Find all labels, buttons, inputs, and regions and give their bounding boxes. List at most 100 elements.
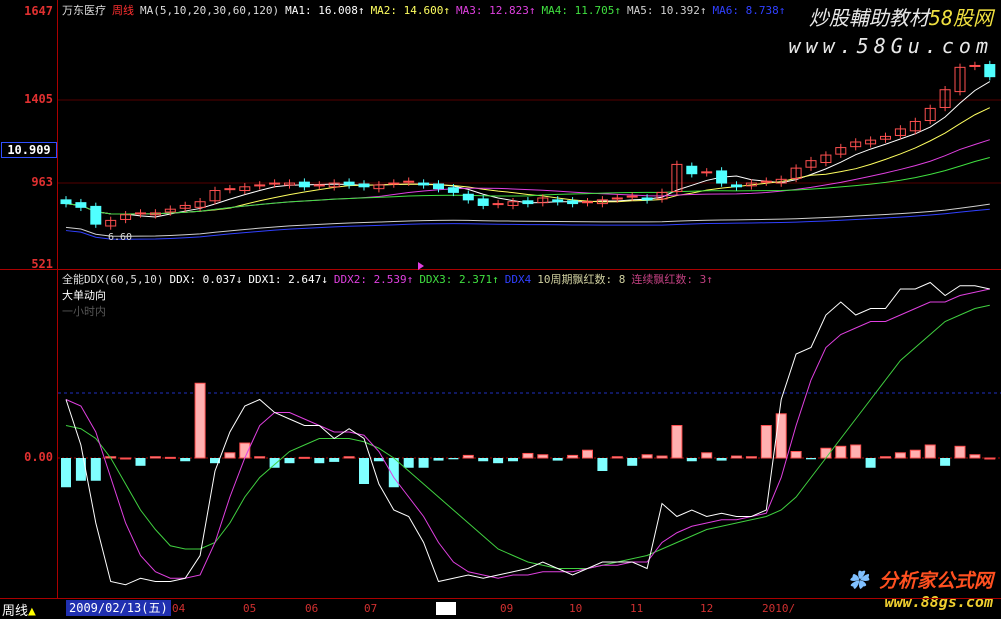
candle-up — [269, 182, 281, 185]
ddx-bar-positive — [969, 454, 981, 459]
cursor-marker-icon — [418, 262, 424, 270]
candle-up — [388, 182, 400, 185]
ddx-bar-positive — [790, 451, 802, 459]
ddx-bar-negative — [314, 458, 325, 464]
ma-line-6 — [65, 208, 990, 240]
ddx-bar-negative — [433, 458, 444, 461]
ma-value: MA1: 16.008↑ — [285, 4, 365, 17]
ddx-bar-negative — [329, 458, 340, 462]
ddx-bar-negative — [61, 458, 71, 488]
ddx-bar-positive — [224, 452, 236, 459]
stock-name: 万东医疗 — [62, 4, 106, 17]
candle-down — [522, 200, 534, 205]
ddx-bar-positive — [343, 456, 355, 459]
ddx-bar-positive — [120, 457, 132, 460]
ddx-value: 连续飘红数: 3↑ — [631, 273, 713, 286]
candle-up — [611, 197, 623, 200]
candle-up — [403, 180, 415, 183]
ddx-bar-positive — [254, 456, 266, 459]
ddx-bar-positive — [701, 452, 713, 459]
price-legend: 万东医疗 周线 MA(5,10,20,30,60,120) MA1: 16.008↑ M… — [62, 2, 797, 18]
candle-down — [716, 170, 728, 184]
ddx-bar-negative — [686, 458, 697, 462]
candle-up — [701, 171, 713, 174]
ddx-bar-negative — [284, 458, 295, 464]
ddx-bar-positive — [537, 454, 549, 459]
candle-down — [567, 200, 579, 205]
ddx-value: 10周期飘红数: 8 — [537, 273, 626, 286]
ddx-bar-negative — [597, 458, 608, 471]
ddx-bar-negative — [478, 458, 489, 462]
ddx-bar-positive — [880, 456, 891, 459]
ma-line-1 — [65, 81, 991, 218]
ddx-bar-negative — [359, 458, 369, 484]
month-label: 12 — [700, 602, 714, 615]
ddx-bar-negative — [90, 458, 101, 481]
ddx-bar-positive — [909, 449, 921, 459]
ddx-bar-negative — [493, 458, 504, 464]
ddx-bar-negative — [403, 458, 414, 468]
ddx-bar-negative — [940, 458, 951, 466]
month-label: 04 — [172, 602, 186, 615]
ddx-bar-positive — [745, 456, 757, 459]
ddx-value: DDX3: 2.371↑ — [419, 273, 499, 286]
ddx-value: DDX: 0.037↓ — [169, 273, 243, 286]
candle-up — [969, 64, 981, 67]
ddx-value: DDX4 — [504, 273, 532, 286]
ddx-bar-positive — [298, 456, 310, 459]
candle-down — [358, 183, 370, 188]
flower-logo-icon: ✿ — [848, 570, 879, 592]
candle-down — [343, 181, 355, 186]
ddx-bar-positive — [656, 455, 668, 459]
month-label: 09 — [500, 602, 514, 615]
indicator-name: 全能DDX(60,5,10) — [62, 273, 164, 286]
candle-down — [641, 197, 653, 201]
ddx-bar-positive — [582, 449, 593, 459]
watermark-brand: 58股网 — [928, 6, 993, 30]
month-label: 2010/ — [762, 602, 796, 615]
candle-down — [298, 181, 310, 188]
candle-down — [433, 183, 444, 190]
ma-value: MA4: 11.705↑ — [541, 4, 622, 17]
month-label: 11 — [630, 602, 644, 615]
cursor-date: 2009/02/13(五) — [66, 600, 171, 616]
ddx-value: DDX2: 2.539↑ — [333, 273, 414, 286]
ddx-bar-positive — [760, 425, 772, 459]
candle-up — [135, 212, 146, 215]
ddx-bar-positive — [894, 452, 906, 459]
month-label: 06 — [305, 602, 319, 615]
month-label: 10 — [569, 602, 583, 615]
month-label: 08 — [436, 602, 456, 615]
candle-down — [552, 199, 564, 203]
candle-down — [731, 184, 742, 188]
ddx-bar-positive — [149, 456, 161, 459]
candle-up — [224, 188, 236, 191]
period-selector[interactable]: 周线▲ — [2, 600, 36, 619]
candle-up — [582, 201, 593, 204]
candle-down — [60, 199, 72, 205]
ddx-bar-negative — [627, 458, 638, 466]
ddx-bar-positive — [462, 454, 474, 459]
ddx-bar-positive — [641, 454, 653, 459]
period-label: 周线 — [112, 4, 134, 17]
candle-down — [447, 187, 459, 193]
ddx-bar-positive — [984, 457, 996, 460]
ddx-bar-negative — [552, 458, 563, 461]
ddx-bar-positive — [611, 456, 623, 459]
ddx-bar-negative — [806, 458, 816, 460]
candle-up — [760, 180, 772, 183]
ddx-bar-positive — [850, 444, 862, 459]
watermark-text: 炒股輔助教材 — [808, 6, 929, 30]
candle-up — [313, 184, 325, 187]
candle-down — [90, 205, 102, 225]
ddx-bar-negative — [508, 458, 518, 462]
candle-up — [492, 203, 504, 206]
ma-value: MA3: 12.823↑ — [456, 4, 536, 17]
ddx-bar-positive — [522, 452, 534, 459]
candle-up — [254, 184, 266, 187]
ddx-bar-positive — [731, 455, 742, 459]
watermark-url: www.58Gu.com — [788, 34, 993, 58]
low-price-mark: 6.60 — [108, 232, 133, 243]
ddx-bar-negative — [716, 458, 727, 461]
ddx-bar-negative — [418, 458, 429, 468]
